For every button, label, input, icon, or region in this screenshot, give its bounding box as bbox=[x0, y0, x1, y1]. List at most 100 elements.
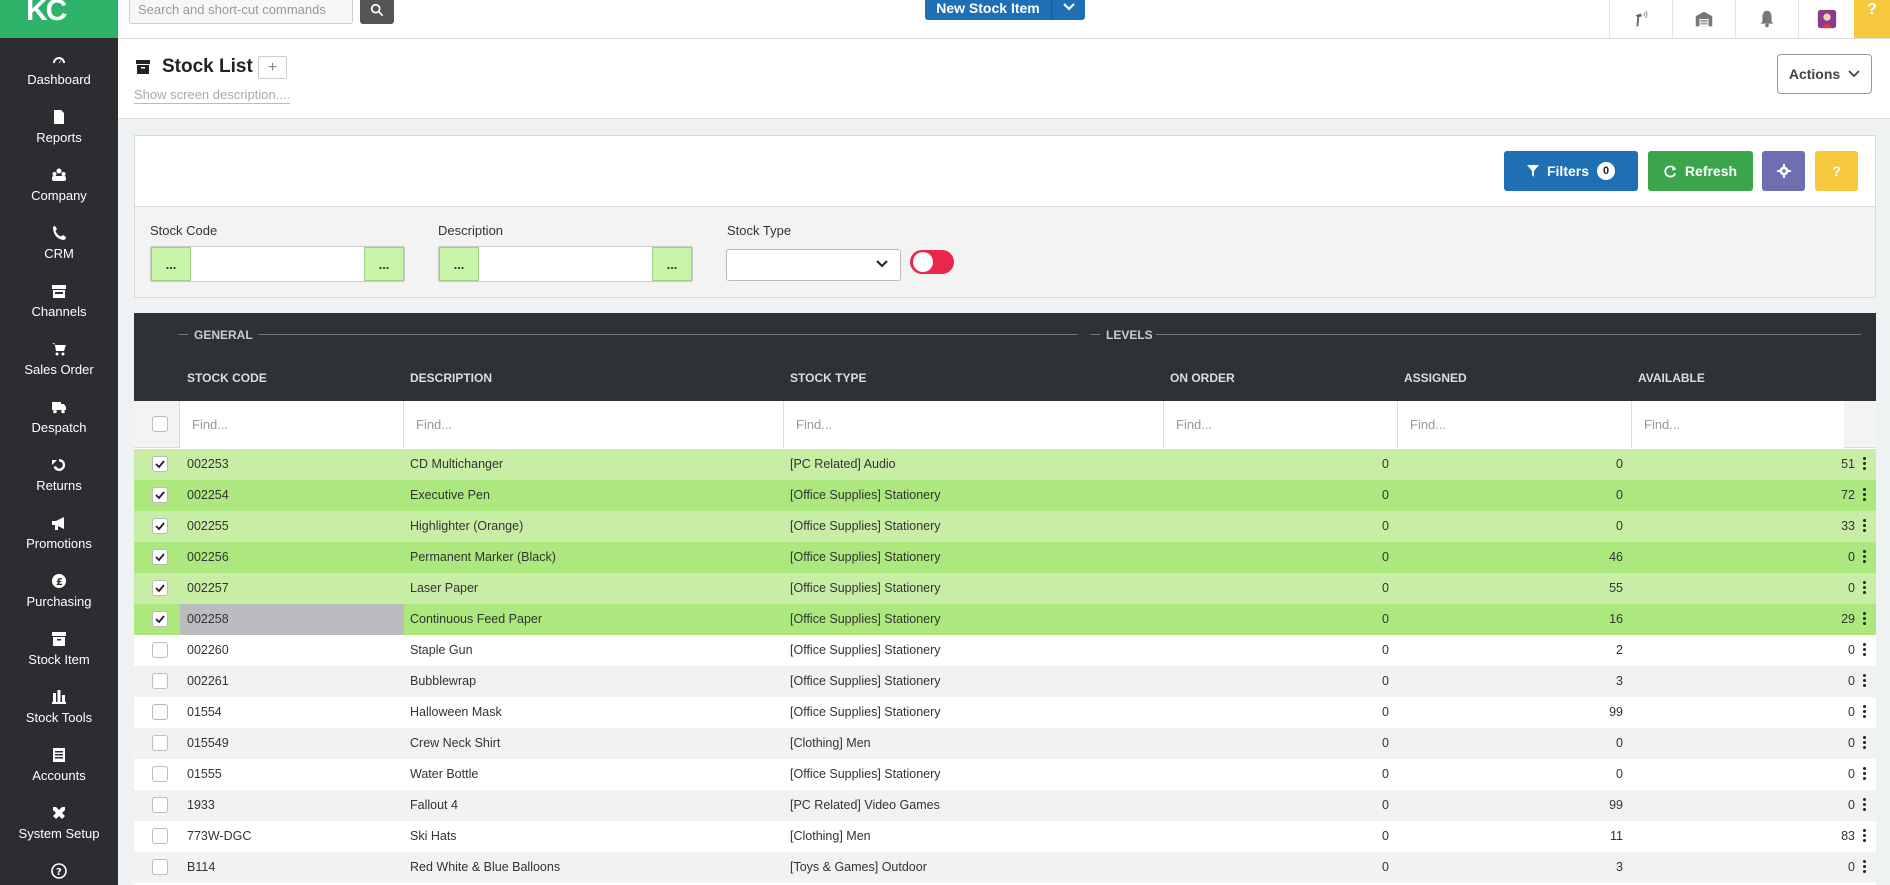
description-lookup-left-button[interactable]: ... bbox=[439, 247, 479, 281]
cell-on-order[interactable]: 0 bbox=[1163, 852, 1389, 883]
filters-button[interactable]: Filters 0 bbox=[1504, 151, 1638, 191]
find-stock-type[interactable]: Find... bbox=[783, 401, 1163, 448]
row-menu-icon[interactable] bbox=[1863, 736, 1867, 751]
cell-description[interactable]: Bubblewrap bbox=[410, 666, 476, 697]
cell-available[interactable]: 0 bbox=[1631, 790, 1855, 821]
cell-description[interactable]: Permanent Marker (Black) bbox=[410, 542, 556, 573]
find-assigned[interactable]: Find... bbox=[1397, 401, 1631, 448]
row-menu-icon[interactable] bbox=[1863, 860, 1867, 875]
row-checkbox[interactable] bbox=[152, 766, 168, 782]
cell-assigned[interactable]: 0 bbox=[1397, 728, 1623, 759]
refresh-button[interactable]: Refresh bbox=[1648, 151, 1753, 191]
stock-code-lookup-right-button[interactable]: ... bbox=[364, 247, 404, 281]
cell-stock-type[interactable]: [Toys & Games] Outdoor bbox=[790, 852, 927, 883]
sidebar-item-reports[interactable]: Reports bbox=[0, 108, 118, 166]
cell-description[interactable]: Fallout 4 bbox=[410, 790, 458, 821]
row-menu-icon[interactable] bbox=[1863, 829, 1867, 844]
row-checkbox[interactable] bbox=[152, 549, 168, 565]
cell-stock-type[interactable]: [Clothing] Men bbox=[790, 821, 871, 852]
row-checkbox[interactable] bbox=[152, 611, 168, 627]
sidebar-item-purchasing[interactable]: £ Purchasing bbox=[0, 572, 118, 630]
description-input[interactable] bbox=[479, 247, 652, 281]
table-row[interactable]: 002260 Staple Gun [Office Supplies] Statio… bbox=[134, 635, 1876, 666]
row-menu-icon[interactable] bbox=[1863, 488, 1867, 503]
search-input[interactable]: Search and short-cut commands bbox=[129, 0, 353, 24]
cell-assigned[interactable]: 99 bbox=[1397, 697, 1623, 728]
table-row[interactable]: 015549 Crew Neck Shirt [Clothing] Men 0 0 0 bbox=[134, 728, 1876, 759]
cell-description[interactable]: Crew Neck Shirt bbox=[410, 728, 500, 759]
add-tab-button[interactable]: + bbox=[258, 56, 287, 79]
cell-assigned[interactable]: 0 bbox=[1397, 759, 1623, 790]
cell-available[interactable]: 0 bbox=[1631, 728, 1855, 759]
sidebar-item-despatch[interactable]: Despatch bbox=[0, 398, 118, 456]
row-menu-icon[interactable] bbox=[1863, 457, 1867, 472]
cell-on-order[interactable]: 0 bbox=[1163, 821, 1389, 852]
cell-on-order[interactable]: 0 bbox=[1163, 542, 1389, 573]
cell-description[interactable]: Highlighter (Orange) bbox=[410, 511, 523, 542]
cell-stock-type[interactable]: [Office Supplies] Stationery bbox=[790, 573, 941, 604]
sidebar-item-sales-order[interactable]: Sales Order bbox=[0, 340, 118, 398]
cell-stock-code[interactable]: 002256 bbox=[187, 542, 229, 573]
cell-description[interactable]: Continuous Feed Paper bbox=[410, 604, 542, 635]
cell-stock-type[interactable]: [PC Related] Audio bbox=[790, 449, 896, 480]
row-checkbox[interactable] bbox=[152, 580, 168, 596]
cell-stock-type[interactable]: [Office Supplies] Stationery bbox=[790, 604, 941, 635]
row-menu-icon[interactable] bbox=[1863, 674, 1867, 689]
table-row[interactable]: 773W-DGC Ski Hats [Clothing] Men 0 11 83 bbox=[134, 821, 1876, 852]
cell-available[interactable]: 0 bbox=[1631, 635, 1855, 666]
cell-available[interactable]: 0 bbox=[1631, 852, 1855, 883]
cell-description[interactable]: Laser Paper bbox=[410, 573, 478, 604]
sidebar-item-help[interactable]: ? bbox=[0, 862, 118, 885]
cell-available[interactable]: 83 bbox=[1631, 821, 1855, 852]
row-menu-icon[interactable] bbox=[1863, 581, 1867, 596]
screen-description-link[interactable]: Show screen description.... bbox=[134, 87, 291, 104]
row-menu-icon[interactable] bbox=[1863, 612, 1867, 627]
row-checkbox[interactable] bbox=[152, 828, 168, 844]
row-checkbox[interactable] bbox=[152, 797, 168, 813]
table-row[interactable]: 002258 Continuous Feed Paper [Office Suppl… bbox=[134, 604, 1876, 635]
cell-available[interactable]: 0 bbox=[1631, 759, 1855, 790]
table-row[interactable]: 01554 Halloween Mask [Office Supplies] Sta… bbox=[134, 697, 1876, 728]
cell-stock-type[interactable]: [Clothing] Men bbox=[790, 728, 871, 759]
cell-assigned[interactable]: 2 bbox=[1397, 635, 1623, 666]
table-row[interactable]: B114 Red White & Blue Balloons [Toys & Gam… bbox=[134, 852, 1876, 883]
row-checkbox[interactable] bbox=[152, 735, 168, 751]
cell-available[interactable]: 0 bbox=[1631, 542, 1855, 573]
select-all-checkbox[interactable] bbox=[152, 416, 168, 432]
sidebar-item-crm[interactable]: CRM bbox=[0, 224, 118, 282]
description-lookup-right-button[interactable]: ... bbox=[652, 247, 692, 281]
sidebar-item-dashboard[interactable]: Dashboard bbox=[0, 50, 118, 108]
find-on-order[interactable]: Find... bbox=[1163, 401, 1397, 448]
row-menu-icon[interactable] bbox=[1863, 519, 1867, 534]
actions-button[interactable]: Actions bbox=[1777, 54, 1872, 94]
stock-code-input[interactable] bbox=[191, 247, 364, 281]
cell-assigned[interactable]: 0 bbox=[1397, 449, 1623, 480]
cell-stock-code[interactable]: 01555 bbox=[187, 759, 222, 790]
table-row[interactable]: 002257 Laser Paper [Office Supplies] Stati… bbox=[134, 573, 1876, 604]
cell-on-order[interactable]: 0 bbox=[1163, 790, 1389, 821]
table-row[interactable]: 002255 Highlighter (Orange) [Office Suppli… bbox=[134, 511, 1876, 542]
column-header-stock-type[interactable]: STOCK TYPE bbox=[790, 371, 866, 385]
sidebar-item-stock-tools[interactable]: Stock Tools bbox=[0, 688, 118, 746]
column-header-stock-code[interactable]: STOCK CODE bbox=[187, 371, 267, 385]
find-stock-code[interactable]: Find... bbox=[179, 401, 403, 448]
cell-on-order[interactable]: 0 bbox=[1163, 728, 1389, 759]
table-row[interactable]: 01555 Water Bottle [Office Supplies] Stati… bbox=[134, 759, 1876, 790]
warehouse-icon[interactable] bbox=[1672, 0, 1735, 38]
row-menu-icon[interactable] bbox=[1863, 798, 1867, 813]
column-header-on-order[interactable]: ON ORDER bbox=[1170, 371, 1235, 385]
cell-on-order[interactable]: 0 bbox=[1163, 449, 1389, 480]
cell-stock-type[interactable]: [Office Supplies] Stationery bbox=[790, 542, 941, 573]
cell-available[interactable]: 33 bbox=[1631, 511, 1855, 542]
cell-assigned[interactable]: 46 bbox=[1397, 542, 1623, 573]
cell-assigned[interactable]: 16 bbox=[1397, 604, 1623, 635]
sidebar-item-channels[interactable]: Channels bbox=[0, 282, 118, 340]
cell-stock-type[interactable]: [Office Supplies] Stationery bbox=[790, 697, 941, 728]
cell-stock-code[interactable]: 773W-DGC bbox=[187, 821, 251, 852]
cell-available[interactable]: 0 bbox=[1631, 666, 1855, 697]
cell-stock-type[interactable]: [Office Supplies] Stationery bbox=[790, 480, 941, 511]
cell-available[interactable]: 0 bbox=[1631, 573, 1855, 604]
row-checkbox[interactable] bbox=[152, 487, 168, 503]
cell-stock-code[interactable]: 1933 bbox=[187, 790, 215, 821]
cell-assigned[interactable]: 0 bbox=[1397, 511, 1623, 542]
